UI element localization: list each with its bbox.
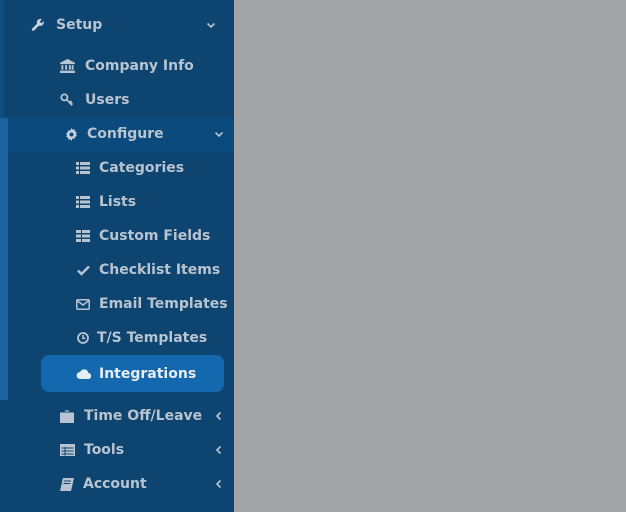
book-icon xyxy=(59,476,75,492)
clock-icon xyxy=(75,330,91,346)
sidebar-item-company-info[interactable]: Company Info xyxy=(59,49,234,83)
sidebar: Setup Company Info Users Configure Categ… xyxy=(0,0,234,512)
sidebar-item-lists[interactable]: Lists xyxy=(75,185,234,219)
chevron-left-icon xyxy=(215,411,222,421)
cloud-icon xyxy=(75,366,91,382)
key-icon xyxy=(59,92,75,108)
chevron-down-icon xyxy=(206,22,216,29)
gear-icon xyxy=(63,126,79,142)
sidebar-item-label: Custom Fields xyxy=(99,228,211,244)
wrench-icon xyxy=(30,17,46,33)
list-icon xyxy=(75,160,91,176)
sidebar-item-label: Time Off/Leave xyxy=(84,408,203,424)
sidebar-item-label: Checklist Items xyxy=(99,262,221,278)
list-icon xyxy=(75,194,91,210)
sidebar-item-label: Email Templates xyxy=(99,296,228,312)
table-list-icon xyxy=(75,228,91,244)
sidebar-item-checklist-items[interactable]: Checklist Items xyxy=(75,253,234,287)
sidebar-item-tools[interactable]: Tools xyxy=(59,433,234,467)
chevron-down-icon xyxy=(214,131,224,138)
sidebar-item-label: Integrations xyxy=(99,365,197,382)
sidebar-item-users[interactable]: Users xyxy=(59,83,234,117)
sidebar-item-account[interactable]: Account xyxy=(59,467,234,501)
sidebar-item-label: Categories xyxy=(99,160,185,176)
sidebar-item-custom-fields[interactable]: Custom Fields xyxy=(75,219,234,253)
table-icon xyxy=(59,442,75,458)
sidebar-item-configure[interactable]: Configure xyxy=(63,117,234,151)
sidebar-item-categories[interactable]: Categories xyxy=(75,151,234,185)
bank-icon xyxy=(59,58,75,74)
sidebar-item-label: Users xyxy=(85,92,130,108)
sidebar-item-label: Company Info xyxy=(85,58,194,74)
sidebar-item-integrations[interactable]: Integrations xyxy=(75,355,224,392)
configure-accent-bar xyxy=(0,118,8,400)
chevron-left-icon xyxy=(215,479,222,489)
sidebar-item-label: Setup xyxy=(56,17,103,33)
sidebar-item-label: Configure xyxy=(87,126,164,142)
sidebar-item-time-off-leave[interactable]: Time Off/Leave xyxy=(59,399,234,433)
sidebar-item-label: Tools xyxy=(84,442,125,458)
briefcase-icon xyxy=(59,408,75,424)
sidebar-item-label: T/S Templates xyxy=(97,330,208,346)
sidebar-item-label: Account xyxy=(83,476,147,492)
sidebar-item-ts-templates[interactable]: T/S Templates xyxy=(75,321,234,355)
check-icon xyxy=(75,262,91,278)
sidebar-item-setup[interactable]: Setup xyxy=(30,8,234,42)
sidebar-item-label: Lists xyxy=(99,194,137,210)
sidebar-item-email-templates[interactable]: Email Templates xyxy=(75,287,234,321)
chevron-left-icon xyxy=(215,445,222,455)
content-area xyxy=(234,0,626,512)
envelope-icon xyxy=(75,296,91,312)
sidebar-accent-bar xyxy=(0,0,4,118)
